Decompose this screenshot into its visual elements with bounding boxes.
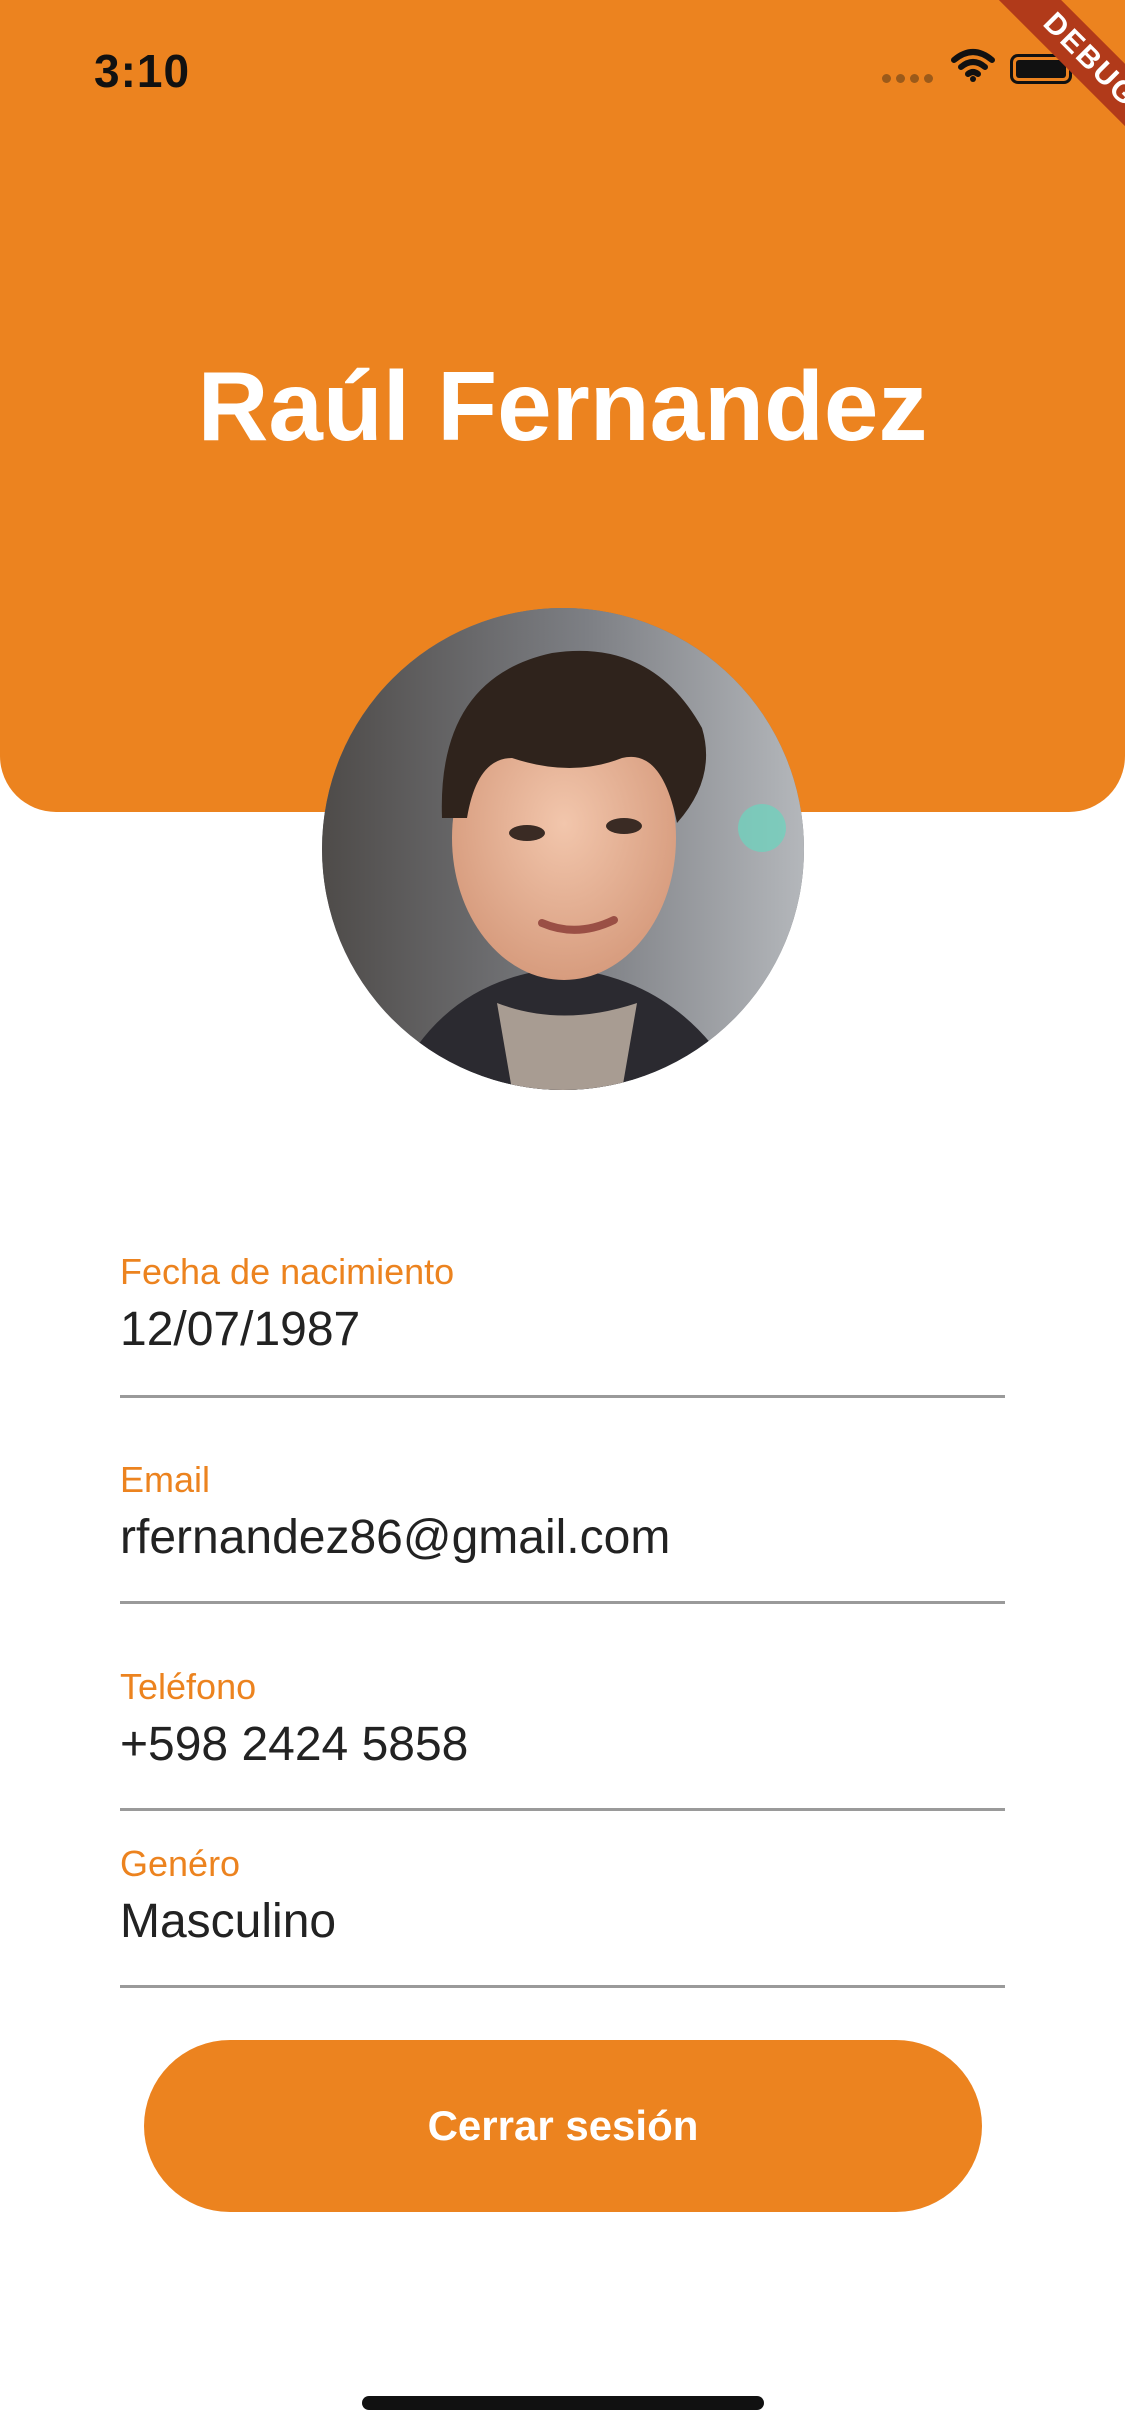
status-time: 3:10 — [94, 45, 191, 97]
profile-screen: 3:10 DEBUG Raúl Fernandez Fecha de nacim… — [0, 0, 1125, 2436]
logout-button[interactable]: Cerrar sesión — [144, 2040, 982, 2212]
phone-value: +598 2424 5858 — [120, 1718, 469, 1771]
home-indicator[interactable] — [362, 2396, 764, 2410]
gender-field[interactable]: Genéro Masculino — [120, 1842, 1005, 1988]
avatar-photo — [322, 608, 804, 1090]
birth-date-label: Fecha de nacimiento — [120, 1251, 455, 1292]
birth-date-field[interactable]: Fecha de nacimiento 12/07/1987 — [120, 1250, 1005, 1398]
wifi-icon — [950, 48, 996, 84]
email-value: rfernandez86@gmail.com — [120, 1511, 671, 1564]
birth-date-value: 12/07/1987 — [120, 1303, 361, 1356]
profile-avatar — [322, 608, 804, 1090]
gender-label: Genéro — [120, 1843, 241, 1884]
phone-label: Teléfono — [120, 1666, 257, 1707]
gender-value: Masculino — [120, 1895, 337, 1948]
status-bar: 3:10 — [0, 0, 1125, 140]
profile-name: Raúl Fernandez — [197, 351, 928, 461]
phone-field[interactable]: Teléfono +598 2424 5858 — [120, 1665, 1005, 1811]
email-label: Email — [120, 1459, 211, 1500]
email-field[interactable]: Email rfernandez86@gmail.com — [120, 1458, 1005, 1604]
cellular-signal-icon — [882, 70, 938, 84]
